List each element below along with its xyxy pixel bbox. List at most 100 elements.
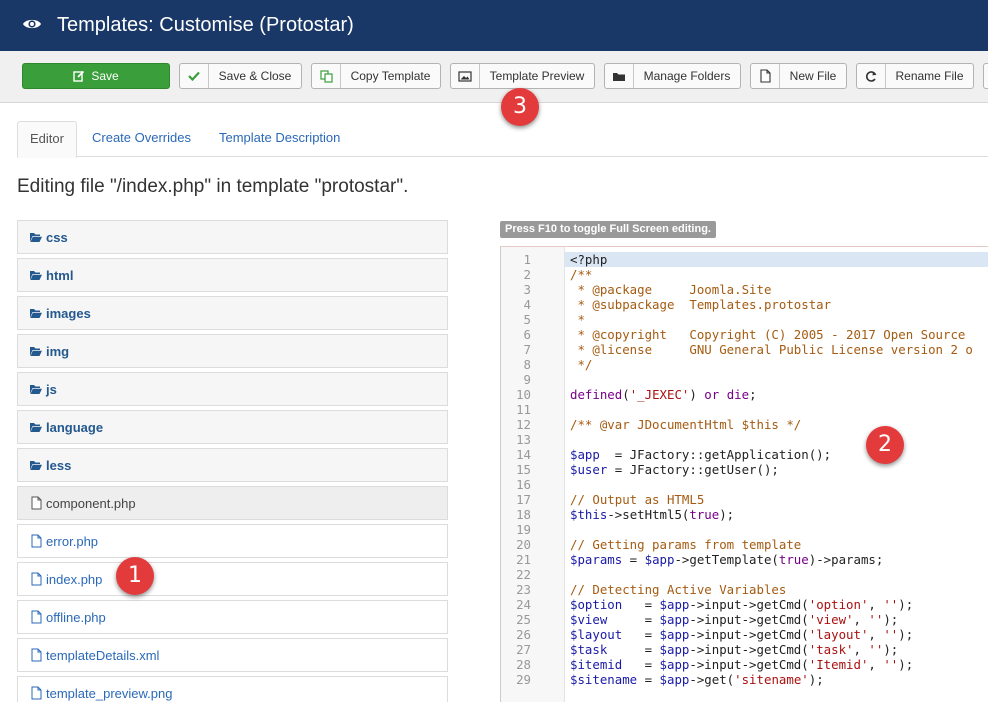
line-number: 8: [523, 357, 531, 372]
line-number: 13: [516, 432, 531, 447]
line-number: 21: [516, 552, 531, 567]
new-file-label: New File: [789, 69, 837, 83]
code-line[interactable]: 9: [501, 372, 988, 387]
line-number: 18: [516, 507, 531, 522]
refresh-icon: [857, 64, 886, 88]
line-number: 22: [516, 567, 531, 582]
code-line[interactable]: 12 /** @var JDocumentHtml $this */: [501, 417, 988, 432]
save-close-button[interactable]: Save & Close: [179, 63, 302, 89]
code-line[interactable]: 16: [501, 477, 988, 492]
folder-js[interactable]: js: [17, 372, 448, 406]
folder-images[interactable]: images: [17, 296, 448, 330]
code-line[interactable]: 14 $app = JFactory::getApplication();: [501, 447, 988, 462]
code-line[interactable]: 11: [501, 402, 988, 417]
rename-file-button[interactable]: Rename File: [856, 63, 974, 89]
code-text: * @subpackage Templates.protostar: [570, 297, 832, 312]
file-component-php[interactable]: component.php: [17, 486, 448, 520]
folder-css[interactable]: css: [17, 220, 448, 254]
save-button[interactable]: Save: [22, 63, 170, 89]
code-line[interactable]: 29 $sitename = $app->get('sitename');: [501, 672, 988, 687]
line-number: 24: [516, 597, 531, 612]
file-icon: [751, 64, 780, 88]
tab-bar: Editor Create Overrides Template Descrip…: [17, 121, 988, 158]
folder-open-icon: [28, 457, 44, 473]
code-line[interactable]: 7 * @license GNU General Public License …: [501, 342, 988, 357]
line-number: 26: [516, 627, 531, 642]
code-line[interactable]: 15 $user = JFactory::getUser();: [501, 462, 988, 477]
code-text: * @package Joomla.Site: [570, 282, 772, 297]
file-index-php[interactable]: index.php: [17, 562, 448, 596]
code-line[interactable]: 23 // Detecting Active Variables: [501, 582, 988, 597]
file-icon: [28, 495, 44, 511]
code-line[interactable]: 6 * @copyright Copyright (C) 2005 - 2017…: [501, 327, 988, 342]
file-offline-php[interactable]: offline.php: [17, 600, 448, 634]
page-title: Templates: Customise (Protostar): [57, 14, 354, 36]
manage-folders-button[interactable]: Manage Folders: [604, 63, 741, 89]
code-line[interactable]: 8 */: [501, 357, 988, 372]
more-toolbar-button[interactable]: [983, 63, 988, 89]
code-line[interactable]: 22: [501, 567, 988, 582]
folder-img[interactable]: img: [17, 334, 448, 368]
line-number: 23: [516, 582, 531, 597]
code-line[interactable]: 21 $params = $app->getTemplate(true)->par…: [501, 552, 988, 567]
line-number: 5: [523, 312, 531, 327]
line-number: 20: [516, 537, 531, 552]
code-line[interactable]: 1 <?php: [501, 252, 988, 267]
code-text: * @copyright Copyright (C) 2005 - 2017 O…: [570, 327, 966, 342]
code-line[interactable]: 28 $itemid = $app->input->getCmd('Itemid'…: [501, 657, 988, 672]
code-line[interactable]: 20 // Getting params from template: [501, 537, 988, 552]
code-text: $params = $app->getTemplate(true)->param…: [570, 552, 884, 567]
code-line[interactable]: 13: [501, 432, 988, 447]
file-template-preview-png[interactable]: template_preview.png: [17, 676, 448, 702]
file-templatedetails-xml[interactable]: templateDetails.xml: [17, 638, 448, 672]
tab-create-overrides[interactable]: Create Overrides: [92, 121, 191, 157]
line-number: 6: [523, 327, 531, 342]
manage-folders-label: Manage Folders: [643, 69, 731, 83]
code-text: $view = $app->input->getCmd('view', '');: [570, 612, 899, 627]
line-number: 12: [516, 417, 531, 432]
tab-editor[interactable]: Editor: [17, 121, 77, 158]
code-line[interactable]: 4 * @subpackage Templates.protostar: [501, 297, 988, 312]
line-number: 25: [516, 612, 531, 627]
code-line[interactable]: 25 $view = $app->input->getCmd('view', ''…: [501, 612, 988, 627]
folder-html[interactable]: html: [17, 258, 448, 292]
file-icon: [28, 533, 44, 549]
code-line[interactable]: 27 $task = $app->input->getCmd('task', ''…: [501, 642, 988, 657]
file-icon: [28, 571, 44, 587]
template-preview-label: Template Preview: [489, 69, 585, 83]
code-text: *: [570, 312, 585, 327]
new-file-button[interactable]: New File: [750, 63, 847, 89]
code-editor[interactable]: 1 <?php 2/** 3 * @package Joomla.Site 4 * @s…: [500, 247, 988, 702]
annotation-badge-1: 1: [116, 557, 154, 595]
tab-template-description[interactable]: Template Description: [219, 121, 340, 157]
code-line[interactable]: 2 /**: [501, 267, 988, 282]
folder-open-icon: [28, 229, 44, 245]
code-line[interactable]: 5 *: [501, 312, 988, 327]
code-line[interactable]: 19: [501, 522, 988, 537]
toolbar: Save Save & Close Copy Template Template…: [0, 51, 988, 103]
line-number: 10: [516, 387, 531, 402]
code-text: $user = JFactory::getUser();: [570, 462, 779, 477]
folder-less[interactable]: less: [17, 448, 448, 482]
template-preview-button[interactable]: Template Preview: [450, 63, 595, 89]
copy-template-button[interactable]: Copy Template: [311, 63, 441, 89]
code-line[interactable]: 10 defined('_JEXEC') or die;: [501, 387, 988, 402]
save-button-label: Save: [91, 69, 119, 83]
code-line[interactable]: 26 $layout = $app->input->getCmd('layout'…: [501, 627, 988, 642]
folder-open-icon: [28, 381, 44, 397]
code-line[interactable]: 18 $this->setHtml5(true);: [501, 507, 988, 522]
line-number: 14: [516, 447, 531, 462]
line-number: 16: [516, 477, 531, 492]
line-number: 17: [516, 492, 531, 507]
code-text: $option = $app->input->getCmd('option', …: [570, 597, 914, 612]
code-text: /**: [570, 267, 593, 282]
code-line[interactable]: 24 $option = $app->input->getCmd('option'…: [501, 597, 988, 612]
folder-language[interactable]: language: [17, 410, 448, 444]
code-text: $app = JFactory::getApplication();: [570, 447, 832, 462]
code-line[interactable]: 3 * @package Joomla.Site: [501, 282, 988, 297]
line-number: 28: [516, 657, 531, 672]
code-text: // Getting params from template: [570, 537, 802, 552]
file-error-php[interactable]: error.php: [17, 524, 448, 558]
fullscreen-hint-label: Press F10 to toggle Full Screen editing.: [500, 221, 716, 238]
code-line[interactable]: 17 // Output as HTML5: [501, 492, 988, 507]
